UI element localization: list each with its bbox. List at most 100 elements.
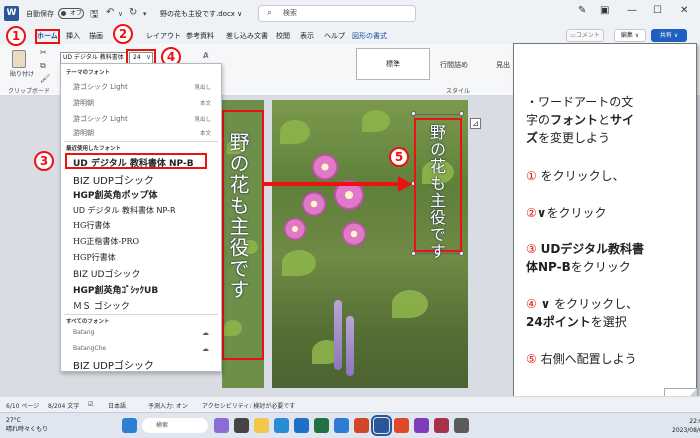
paste-icon[interactable] bbox=[12, 50, 26, 68]
style-normal[interactable]: 標準 bbox=[356, 48, 430, 80]
clear-format-icon[interactable]: A̷ bbox=[203, 51, 208, 60]
leaf bbox=[280, 120, 310, 144]
office-icon[interactable] bbox=[394, 418, 409, 433]
font-option[interactable]: 游ゴシック Light bbox=[73, 82, 128, 92]
callout-3: 3 bbox=[34, 151, 54, 171]
tab-shape-format[interactable]: 図形の書式 bbox=[352, 31, 387, 41]
note-step-3-cont: 体NP-Bをクリック bbox=[526, 259, 631, 276]
note-line: ズを変更しよう bbox=[526, 130, 610, 147]
tab-references[interactable]: 参考資料 bbox=[186, 31, 214, 41]
comment-button[interactable]: ▭コメント bbox=[566, 29, 604, 42]
editing-mode-button[interactable]: 編集 ∨ bbox=[614, 29, 646, 42]
start-icon[interactable] bbox=[122, 418, 137, 433]
note-text: を選択 bbox=[590, 315, 627, 329]
file-explorer-icon[interactable] bbox=[254, 418, 269, 433]
note-bold: ズ bbox=[526, 131, 539, 145]
font-option[interactable]: HG行書体 bbox=[73, 220, 110, 231]
step-number: ⑤ bbox=[526, 352, 537, 366]
accessibility-status[interactable]: アクセシビリティ: 検討が必要です bbox=[202, 401, 295, 410]
font-option[interactable]: 游明朝 bbox=[73, 128, 94, 138]
tab-layout[interactable]: レイアウト bbox=[146, 31, 181, 41]
font-option[interactable]: HGP行書体 bbox=[73, 252, 116, 263]
wordart-moved[interactable]: 野の花も主役です bbox=[424, 124, 448, 260]
redo-icon[interactable]: ↻ bbox=[129, 7, 137, 18]
font-role-tag: 見出し bbox=[194, 85, 211, 91]
predictive-text[interactable]: 予測入力: オン bbox=[148, 401, 188, 410]
font-option[interactable]: HG正楷書体-PRO bbox=[73, 236, 139, 247]
task-view-icon[interactable] bbox=[234, 418, 249, 433]
tab-help[interactable]: ヘルプ bbox=[324, 31, 345, 41]
word-window: W 自動保存 オフ 🖫 ↶ ∨ ↻ ▾ 野の花も主役です.docx ∨ ⌕ 検索… bbox=[0, 0, 700, 438]
search-input[interactable]: ⌕ 検索 bbox=[258, 5, 416, 22]
note-bold: フォント bbox=[550, 113, 599, 127]
language[interactable]: 日本語 bbox=[108, 401, 126, 410]
undo-icon[interactable]: ↶ bbox=[106, 7, 114, 18]
tab-mailings[interactable]: 差し込み文書 bbox=[226, 31, 268, 41]
title-bar: W 自動保存 オフ 🖫 ↶ ∨ ↻ ▾ 野の花も主役です.docx ∨ ⌕ 検索… bbox=[0, 0, 700, 27]
step-number: ① bbox=[526, 169, 537, 183]
copy-icon[interactable]: ⧉ bbox=[40, 61, 46, 71]
font-option[interactable]: BIZ UDPゴシック bbox=[73, 172, 154, 187]
weather-widget[interactable]: 27°C 晴れ時々くもり bbox=[6, 416, 48, 434]
flower bbox=[342, 222, 366, 246]
resize-handle[interactable] bbox=[459, 111, 464, 116]
style-heading[interactable]: 見出 bbox=[496, 60, 510, 70]
share-button[interactable]: 共有 ∨ bbox=[651, 29, 687, 42]
tab-insert[interactable]: 挿入 bbox=[66, 31, 80, 41]
edge-icon[interactable] bbox=[274, 418, 289, 433]
system-clock[interactable]: 22:03 2023/08/04 bbox=[672, 417, 700, 435]
page-count[interactable]: 6/10 ページ bbox=[6, 401, 39, 410]
excel-icon[interactable] bbox=[314, 418, 329, 433]
save-icon[interactable]: 🖫 bbox=[90, 7, 99, 24]
tab-view[interactable]: 表示 bbox=[300, 31, 314, 41]
layout-options-icon[interactable]: ⊿ bbox=[470, 118, 481, 129]
maximize-icon[interactable]: ☐ bbox=[653, 5, 662, 16]
font-option[interactable]: UD デジタル 教科書体 NP-R bbox=[73, 205, 176, 216]
note-step-4: ④ ∨ をクリックし、 bbox=[526, 296, 638, 313]
access-icon[interactable] bbox=[434, 418, 449, 433]
ribbon-display-icon[interactable]: ▣ bbox=[600, 5, 609, 16]
word-taskbar-icon[interactable] bbox=[371, 415, 392, 436]
undo-dropdown-icon[interactable]: ∨ bbox=[118, 10, 123, 18]
font-option[interactable]: BatangChe bbox=[73, 345, 106, 352]
font-option[interactable]: BIZ UDPゴシック bbox=[73, 357, 154, 371]
pen-icon[interactable]: ✎ bbox=[578, 5, 586, 16]
search-icon: ⌕ bbox=[267, 8, 273, 18]
font-option[interactable]: HGP創英角ｺﾞｼｯｸUB bbox=[73, 283, 158, 296]
format-painter-icon[interactable]: 🖌 bbox=[40, 74, 50, 83]
outlook-icon[interactable] bbox=[294, 418, 309, 433]
note-bold: 体NP-B bbox=[526, 260, 571, 274]
font-option[interactable]: 游ゴシック Light bbox=[73, 114, 128, 124]
font-option[interactable]: ＭＳ ゴシック bbox=[73, 299, 130, 312]
font-option[interactable]: Batang bbox=[73, 329, 94, 336]
font-dropdown-list[interactable]: テーマのフォント 游ゴシック Light 見出し 游明朝 本文 游ゴシック Li… bbox=[60, 63, 222, 372]
styles-group-label: スタイル bbox=[446, 88, 471, 95]
proofing-icon[interactable]: ☑ bbox=[88, 401, 93, 408]
settings-icon[interactable] bbox=[454, 418, 469, 433]
tab-draw[interactable]: 描画 bbox=[89, 31, 103, 41]
document-title[interactable]: 野の花も主役です.docx ∨ bbox=[160, 9, 242, 19]
store-icon[interactable] bbox=[334, 418, 349, 433]
minimize-icon[interactable]: — bbox=[627, 5, 637, 16]
move-arrow-line bbox=[264, 182, 400, 186]
paste-label[interactable]: 貼り付け bbox=[10, 69, 34, 78]
word-count[interactable]: 8/204 文字 bbox=[48, 401, 79, 410]
flower bbox=[284, 218, 306, 240]
note-step-3: ③ UDデジタル教科書 bbox=[526, 241, 644, 258]
tab-review[interactable]: 校閲 bbox=[276, 31, 290, 41]
cut-icon[interactable]: ✂ bbox=[40, 48, 47, 57]
font-option[interactable]: 游明朝 bbox=[73, 98, 94, 108]
font-option[interactable]: HGP創英角ポップ体 bbox=[73, 188, 158, 201]
teams-icon[interactable] bbox=[214, 418, 229, 433]
close-icon[interactable]: ✕ bbox=[680, 5, 688, 16]
taskbar-search[interactable]: 検索 bbox=[142, 418, 208, 433]
autosave-toggle[interactable]: オフ bbox=[58, 8, 84, 19]
onenote-icon[interactable] bbox=[414, 418, 429, 433]
style-no-spacing[interactable]: 行間詰め bbox=[440, 60, 468, 70]
qat-customize-icon[interactable]: ▾ bbox=[143, 10, 147, 18]
font-option-ud-np-b[interactable]: UD デジタル 教科書体 NP-B bbox=[73, 156, 194, 169]
resize-handle[interactable] bbox=[411, 111, 416, 116]
note-bold: UDデジタル教科書 bbox=[540, 242, 645, 256]
powerpoint-icon[interactable] bbox=[354, 418, 369, 433]
font-option[interactable]: BIZ UDゴシック bbox=[73, 267, 140, 280]
